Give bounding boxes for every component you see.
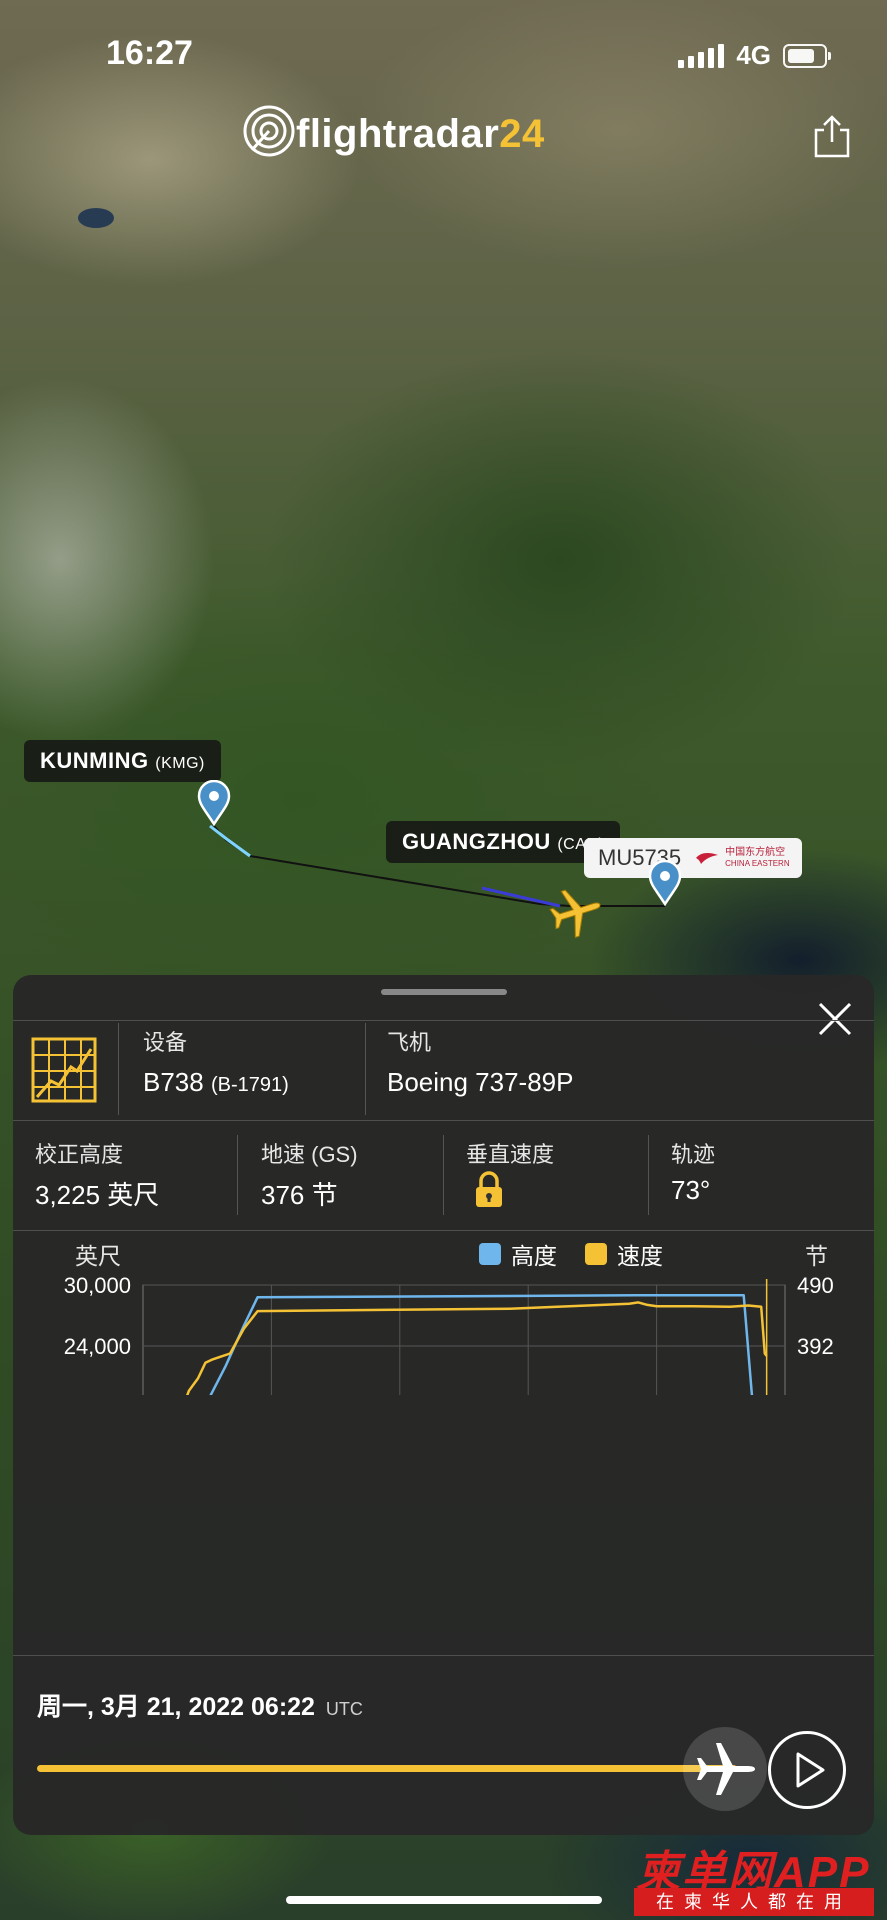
- play-icon: [796, 1752, 825, 1788]
- status-indicators: 4G: [678, 40, 831, 71]
- divider: [13, 1655, 874, 1656]
- aircraft-marker-icon[interactable]: [548, 884, 604, 940]
- app-logo: flightradar24: [243, 105, 545, 157]
- logo-text: flightradar: [296, 112, 500, 156]
- logo-number: 24: [499, 112, 545, 156]
- home-indicator[interactable]: [286, 1896, 602, 1904]
- airplane-icon: [697, 1743, 755, 1795]
- destination-city: GUANGZHOU: [402, 829, 551, 854]
- radar-icon: [243, 105, 295, 157]
- watermark-logo: 柬单网APP 在柬华人都在用: [628, 1836, 887, 1920]
- share-icon[interactable]: [810, 114, 854, 158]
- playback-date: 周一, 3月 21, 2022 06:22 UTC: [37, 1687, 363, 1723]
- origin-pin-icon[interactable]: [197, 780, 231, 826]
- status-time: 16:27: [106, 34, 193, 72]
- y-right-tick-label: 490: [797, 1273, 834, 1298]
- destination-pin-icon[interactable]: [648, 860, 682, 906]
- date-tz: UTC: [325, 1699, 363, 1719]
- play-button[interactable]: [768, 1731, 846, 1809]
- origin-code: (KMG): [155, 755, 205, 772]
- flight-callsign-tag[interactable]: MU5735 中国东方航空 CHINA EASTERN: [584, 838, 802, 878]
- y-right-tick-label: 392: [797, 1334, 834, 1359]
- signal-icon: [678, 43, 725, 68]
- airline-logo: 中国东方航空 CHINA EASTERN: [695, 847, 790, 869]
- date-time: 06:22: [251, 1693, 315, 1721]
- y-left-tick-label: 30,000: [64, 1273, 131, 1298]
- airline-name-en: CHINA EASTERN: [725, 859, 790, 868]
- flight-details-panel: 设备 B738 (B-1791) 飞机 Boeing 737-89P 校正高度 …: [13, 975, 874, 1835]
- playback-slider-knob[interactable]: [683, 1727, 767, 1811]
- y-left-tick-label: 24,000: [64, 1334, 131, 1359]
- china-eastern-logo-icon: [696, 853, 719, 864]
- date-text: 周一, 3月 21, 2022: [37, 1693, 245, 1721]
- origin-city: KUNMING: [40, 748, 149, 773]
- plot-frame: [142, 1284, 786, 1395]
- airline-name-cn: 中国东方航空: [725, 847, 786, 858]
- network-type: 4G: [736, 40, 771, 70]
- origin-label[interactable]: KUNMING (KMG): [24, 740, 221, 782]
- flight-chart: 06,00012,00018,00024,00030,0000981962943…: [64, 1273, 834, 1395]
- playback-slider[interactable]: [37, 1765, 737, 1772]
- battery-icon: [783, 43, 831, 68]
